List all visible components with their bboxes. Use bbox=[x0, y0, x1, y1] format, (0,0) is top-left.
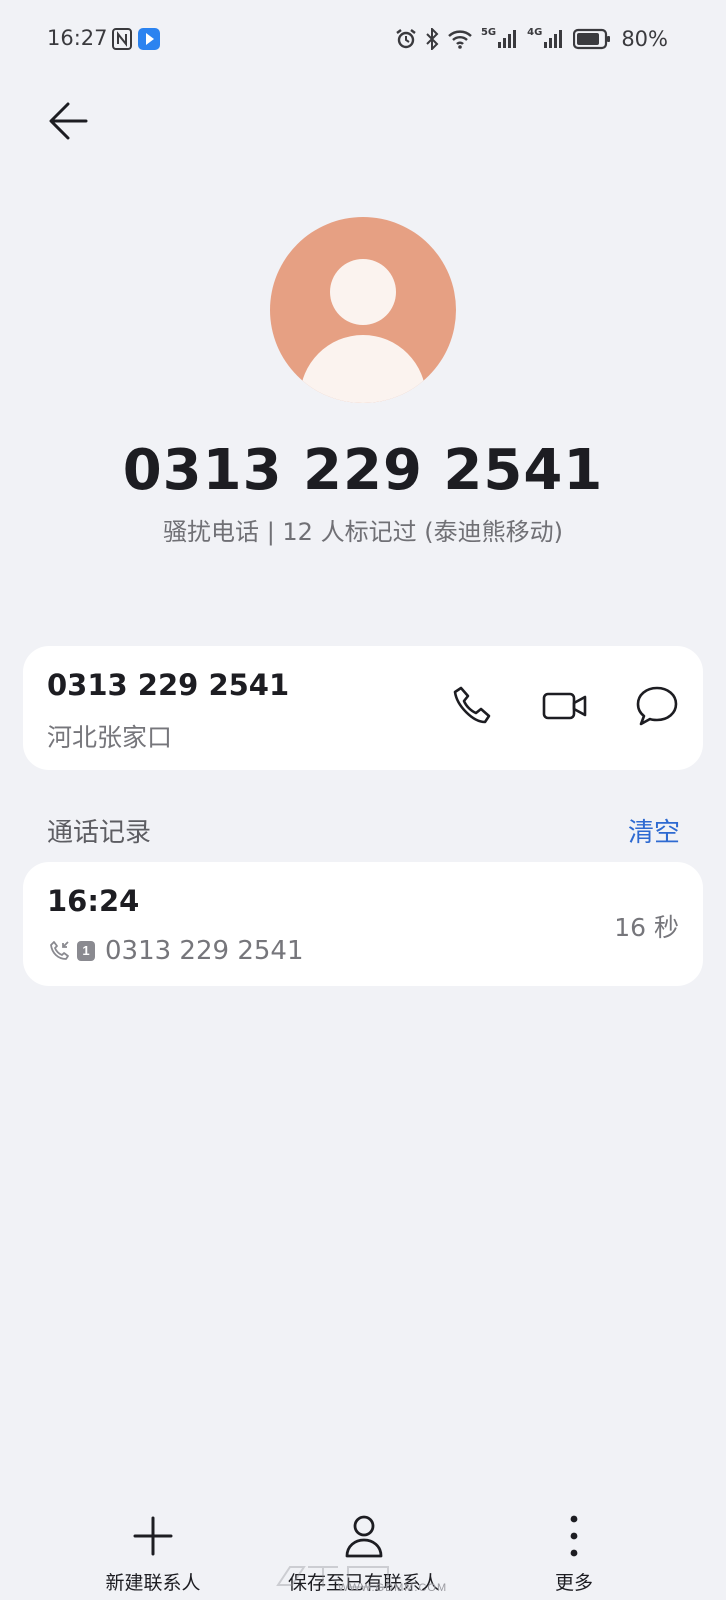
clear-button[interactable]: 清空 bbox=[628, 812, 680, 849]
call-number: 0313 229 2541 bbox=[105, 936, 304, 966]
signal-4g-icon: 4G bbox=[527, 28, 565, 50]
new-contact-button[interactable]: 新建联系人 bbox=[96, 1510, 210, 1595]
alarm-icon bbox=[396, 29, 416, 49]
network-5g-label: 5G bbox=[480, 27, 497, 38]
signal-5g-icon: 5G bbox=[481, 28, 519, 50]
number-card: 0313 229 2541 河北张家口 bbox=[23, 646, 703, 770]
status-icons: 5G 4G 80% bbox=[395, 26, 668, 52]
call-detail: 1 0313 229 2541 bbox=[49, 934, 304, 968]
plus-icon bbox=[133, 1516, 173, 1556]
status-bar: 16:27 5G 4G 80% bbox=[0, 0, 726, 76]
video-call-icon bbox=[542, 692, 587, 720]
app-notification-icon bbox=[138, 28, 160, 50]
person-icon bbox=[345, 1515, 383, 1558]
back-button[interactable] bbox=[46, 98, 92, 144]
wifi-icon bbox=[448, 30, 472, 49]
card-location: 河北张家口 bbox=[47, 723, 173, 752]
battery-icon bbox=[573, 28, 611, 50]
avatar bbox=[270, 217, 456, 403]
call-time: 16:24 bbox=[47, 884, 140, 918]
arrow-left-icon bbox=[49, 102, 88, 140]
status-time: 16:27 bbox=[47, 26, 108, 50]
watermark-text: WWW.GDMM.COM bbox=[338, 1582, 448, 1594]
avatar-head bbox=[330, 259, 396, 325]
bluetooth-icon bbox=[426, 28, 439, 50]
call-duration: 16 秒 bbox=[614, 913, 679, 942]
call-log-title: 通话记录 bbox=[47, 818, 152, 848]
more-vertical-icon bbox=[570, 1515, 578, 1557]
battery-percent: 80% bbox=[621, 27, 668, 51]
more-label: 更多 bbox=[554, 1572, 593, 1594]
video-call-button[interactable] bbox=[539, 680, 591, 732]
list-item[interactable]: 16:24 1 0313 229 2541 16 秒 bbox=[23, 862, 703, 986]
spam-tag-line: 骚扰电话 | 12 人标记过 (泰迪熊移动) bbox=[163, 518, 563, 546]
sim-card-icon: 1 bbox=[77, 941, 95, 961]
phone-call-icon bbox=[453, 686, 491, 724]
avatar-torso bbox=[300, 335, 426, 403]
message-icon bbox=[636, 686, 678, 726]
incoming-call-icon bbox=[50, 941, 69, 960]
network-4g-label: 4G bbox=[527, 27, 543, 38]
message-button[interactable] bbox=[631, 680, 683, 732]
nfc-icon bbox=[112, 28, 132, 50]
more-button[interactable]: 更多 bbox=[534, 1510, 614, 1595]
call-button[interactable] bbox=[447, 680, 499, 732]
card-number[interactable]: 0313 229 2541 bbox=[47, 668, 289, 702]
page-title: 0313 229 2541 bbox=[122, 438, 604, 503]
new-contact-label: 新建联系人 bbox=[105, 1572, 201, 1594]
